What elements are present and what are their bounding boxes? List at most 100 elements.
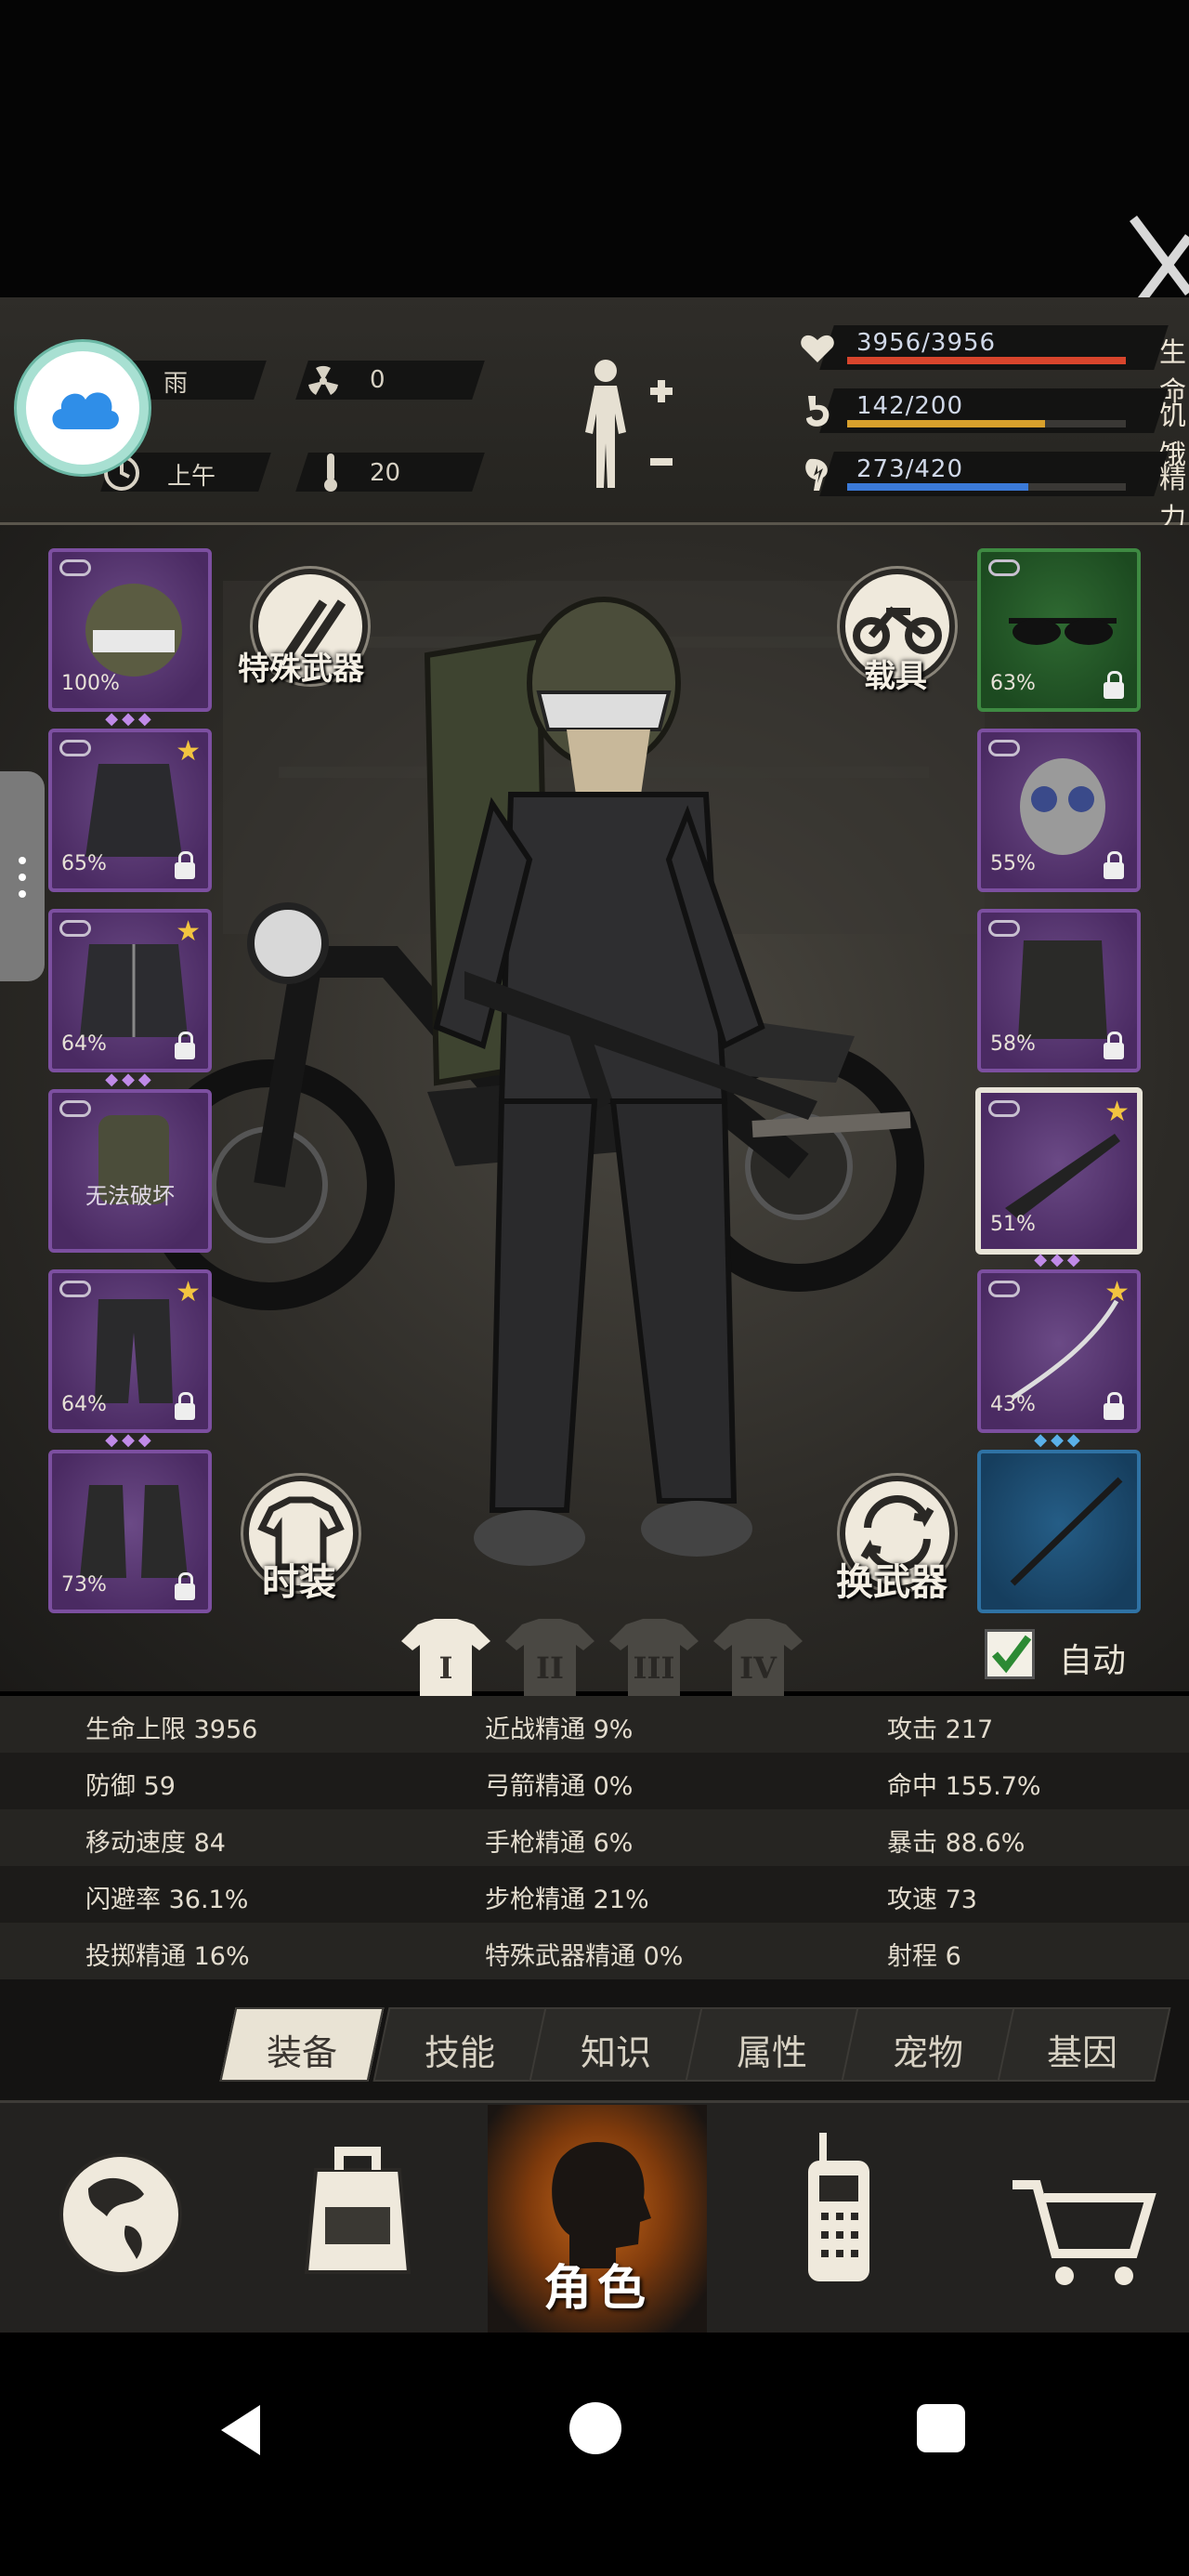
loadout-number: IV <box>739 1650 777 1686</box>
energy-fill <box>847 483 1028 491</box>
auto-checkbox[interactable] <box>985 1629 1035 1679</box>
slot-durability: 65% <box>61 852 107 875</box>
backpack-nav-button[interactable] <box>288 2105 427 2333</box>
slot-durability: 51% <box>990 1213 1036 1236</box>
slot-note: 无法破坏 <box>85 1183 175 1209</box>
stomach-icon <box>806 396 830 427</box>
stat-defense: 防御 59 <box>85 1772 176 1801</box>
slot-durability: 55% <box>990 852 1036 875</box>
stat-row: 投掷精通 16% 特殊武器精通 0% 射程 6 <box>0 1923 1189 1979</box>
loadout-4-button[interactable]: IV <box>712 1617 804 1701</box>
energy-icon <box>805 458 828 491</box>
stat-melee: 近战精通 9% <box>485 1715 634 1744</box>
stat-row: 生命上限 3956 近战精通 9% 攻击 217 <box>0 1696 1189 1753</box>
radiation-value: 0 <box>370 366 385 394</box>
slot-gems: ◆◆◆ <box>105 1430 155 1450</box>
lock-icon <box>1104 851 1124 879</box>
energy-label: 精力 <box>1159 463 1187 533</box>
slot-spear[interactable] <box>977 1450 1141 1613</box>
lock-icon <box>1104 1032 1124 1059</box>
slot-durability: 64% <box>61 1393 107 1416</box>
slot-pants[interactable]: ★ 64% ◆◆◆ <box>48 1269 212 1450</box>
tab-genes-label: 基因 <box>1046 2032 1117 2073</box>
stats-panel: 生命上限 3956 近战精通 9% 攻击 217 防御 59 弓箭精通 0% 命… <box>0 1696 1189 1979</box>
tab-attributes-label: 属性 <box>736 2032 807 2073</box>
top-black-area <box>0 0 1189 297</box>
tab-knowledge-label: 知识 <box>580 2032 651 2073</box>
loadout-number: II <box>536 1650 564 1686</box>
swap-weapon-label: 换武器 <box>836 1561 947 1604</box>
stat-max-health: 生命上限 3956 <box>85 1715 258 1744</box>
special-weapon-label: 特殊武器 <box>238 651 364 688</box>
slot-helmet[interactable]: 100% ◆◆◆ <box>48 548 212 729</box>
heart-icon <box>801 335 834 362</box>
slot-gems: ◆◆◆ <box>105 709 155 729</box>
rifle-icon <box>1005 1134 1120 1219</box>
health-bar: 3956/3956 生命 <box>799 325 1189 407</box>
slot-vest[interactable]: 58% <box>977 909 1141 1072</box>
stat-throwing: 投掷精通 16% <box>85 1942 250 1971</box>
back-icon[interactable] <box>214 2398 269 2463</box>
hunger-value: 142/200 <box>856 392 964 420</box>
recents-icon[interactable] <box>915 2402 967 2454</box>
hunger-bar: 142/200 饥饿 <box>799 388 1189 470</box>
cloud-save-button[interactable] <box>17 342 149 474</box>
slot-backpack[interactable]: 无法破坏 <box>48 1089 212 1253</box>
world-map-button[interactable] <box>51 2105 190 2333</box>
lock-icon <box>1104 671 1124 699</box>
health-fill <box>847 357 1126 364</box>
glasses-icon <box>1009 618 1117 645</box>
stat-dodge: 闪避率 36.1% <box>85 1886 249 1914</box>
gas-mask-icon <box>1020 758 1105 855</box>
vehicle-label: 载具 <box>864 658 927 695</box>
shirt-icon <box>85 764 182 857</box>
jacket-icon <box>80 944 188 1037</box>
vest-icon <box>1018 940 1107 1039</box>
home-icon[interactable] <box>567 2399 624 2457</box>
energy-bar: 273/420 精力 <box>799 452 1189 533</box>
stat-row: 移动速度 84 手枪精通 6% 暴击 88.6% <box>0 1809 1189 1866</box>
stat-attack-speed: 攻速 73 <box>887 1886 977 1914</box>
radio-button[interactable] <box>771 2105 910 2333</box>
slot-rifle[interactable]: ★ 51% ◆◆◆ <box>975 1087 1143 1269</box>
loadout-3-button[interactable]: III <box>608 1617 700 1701</box>
thermometer-icon <box>324 453 337 492</box>
radiation-icon <box>308 365 338 395</box>
slot-katana[interactable]: ★ 43% ◆◆◆ <box>977 1269 1141 1450</box>
slot-gas-mask[interactable]: 55% <box>977 729 1141 892</box>
time-text: 上午 <box>167 463 216 491</box>
lock-icon <box>175 1392 195 1420</box>
stat-attack: 攻击 217 <box>887 1715 994 1744</box>
stat-crit: 暴击 88.6% <box>887 1829 1026 1858</box>
lock-icon <box>175 1032 195 1059</box>
temperature-value: 20 <box>370 459 401 487</box>
slot-shirt[interactable]: ★ 65% <box>48 729 212 892</box>
helmet-icon <box>85 584 182 677</box>
slot-glasses[interactable]: 63% <box>977 548 1141 712</box>
stat-row: 闪避率 36.1% 步枪精通 21% 攻速 73 <box>0 1866 1189 1923</box>
loadout-1-button[interactable]: I <box>399 1617 492 1701</box>
stat-row: 防御 59 弓箭精通 0% 命中 155.7% <box>0 1753 1189 1809</box>
character-nav-label: 角色 <box>542 2261 651 2317</box>
loadout-2-button[interactable]: II <box>503 1617 596 1701</box>
auto-label: 自动 <box>1059 1642 1127 1680</box>
slot-durability: 58% <box>990 1032 1036 1056</box>
slot-gems: ◆◆◆ <box>1034 1430 1084 1450</box>
body-status-button[interactable] <box>576 358 687 497</box>
slot-durability: 64% <box>61 1032 107 1056</box>
loadout-number: I <box>438 1650 453 1686</box>
lock-icon <box>175 851 195 879</box>
slot-durability: 73% <box>61 1573 107 1597</box>
lock-icon <box>1104 1392 1124 1420</box>
slot-durability: 100% <box>61 672 120 695</box>
health-value: 3956/3956 <box>856 329 997 357</box>
slot-durability: 63% <box>990 672 1036 695</box>
slot-boots[interactable]: 73% <box>48 1450 212 1613</box>
side-drawer-handle[interactable] <box>0 771 45 981</box>
hunger-fill <box>847 420 1045 427</box>
slot-jacket[interactable]: ★ 64% ◆◆◆ <box>48 909 212 1089</box>
shop-cart-button[interactable] <box>1003 2105 1161 2333</box>
checkmark-icon <box>991 1635 1032 1674</box>
cloud-icon <box>52 392 119 429</box>
fashion-label: 时装 <box>262 1561 336 1604</box>
